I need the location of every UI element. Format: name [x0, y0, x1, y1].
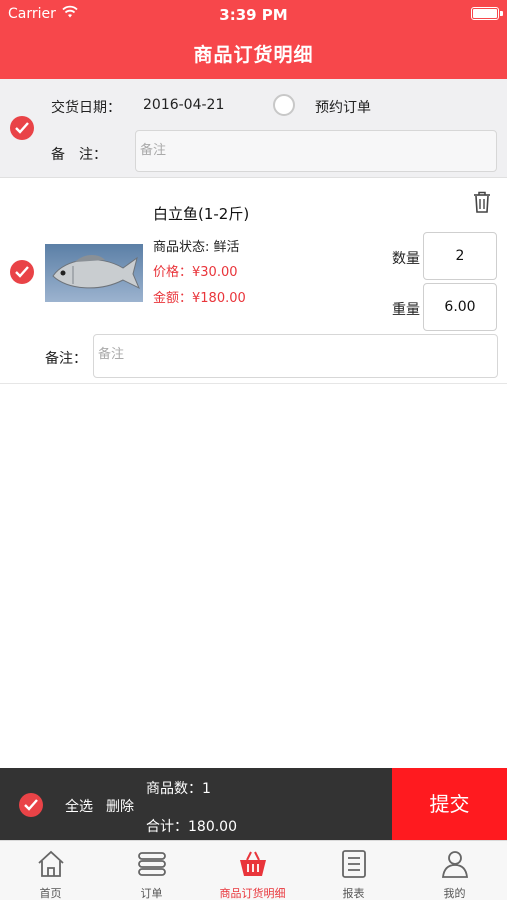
- weight-input[interactable]: 6.00: [423, 283, 497, 331]
- user-icon: [441, 851, 468, 878]
- item-count: 商品数：1: [146, 781, 211, 797]
- tab-bar: 首页 订单 商品订货明细 报表 我的: [0, 840, 507, 900]
- basket-icon: [239, 851, 266, 876]
- reserve-radio[interactable]: [273, 94, 295, 116]
- product-image: [45, 244, 143, 302]
- trash-icon[interactable]: [473, 191, 491, 213]
- item-remark-label: 备注：: [45, 351, 87, 367]
- delete-button[interactable]: 删除: [106, 796, 134, 816]
- report-icon: [341, 850, 366, 878]
- bottom-action-bar: 全选 删除 商品数：1 合计：180.00: [0, 768, 392, 840]
- weight-label: 重量: [392, 302, 420, 318]
- tab-reports[interactable]: 报表: [303, 841, 404, 900]
- status-time: 3:39 PM: [219, 6, 288, 24]
- order-remark-label: 备 注：: [51, 147, 107, 163]
- battery-icon: [471, 7, 503, 20]
- order-info-section: 交货日期： 2016-04-21 预约订单 备 注： 备注: [0, 79, 507, 178]
- product-price: 价格：¥30.00: [153, 265, 238, 280]
- tab-orders[interactable]: 订单: [101, 841, 202, 900]
- select-all-check-icon[interactable]: [19, 793, 43, 817]
- status-bar: Carrier 3:39 PM: [0, 5, 507, 25]
- total-amount: 合计：180.00: [146, 819, 237, 835]
- submit-button[interactable]: 提交: [392, 768, 507, 840]
- reserve-order-label: 预约订单: [315, 100, 371, 116]
- list-icon: [137, 852, 166, 876]
- tab-reports-label: 报表: [342, 887, 365, 900]
- page-title: 商品订货明细: [193, 44, 314, 66]
- product-state: 商品状态: 鲜活: [153, 240, 240, 255]
- tab-home-label: 首页: [39, 887, 62, 900]
- order-check-icon[interactable]: [10, 116, 34, 140]
- product-name: 白立鱼(1-2斤): [153, 205, 250, 223]
- product-amount: 金额：¥180.00: [153, 291, 246, 306]
- tab-home[interactable]: 首页: [0, 841, 101, 900]
- tab-profile-label: 我的: [443, 887, 466, 900]
- app-header: Carrier 3:39 PM 商品订货明细: [0, 0, 507, 79]
- tab-order-detail-label: 商品订货明细: [219, 887, 286, 900]
- quantity-input[interactable]: 2: [423, 232, 497, 280]
- select-all-button[interactable]: 全选: [65, 796, 93, 816]
- order-remark-input[interactable]: 备注: [135, 130, 497, 172]
- tab-orders-label: 订单: [140, 887, 163, 900]
- delivery-date-label: 交货日期：: [51, 100, 121, 116]
- tab-profile[interactable]: 我的: [404, 841, 505, 900]
- delivery-date-value[interactable]: 2016-04-21: [143, 97, 224, 113]
- quantity-label: 数量: [392, 251, 420, 267]
- item-check-icon[interactable]: [10, 260, 34, 284]
- tab-order-detail[interactable]: 商品订货明细: [202, 841, 303, 900]
- home-icon: [37, 850, 64, 877]
- item-remark-input[interactable]: 备注: [93, 334, 498, 378]
